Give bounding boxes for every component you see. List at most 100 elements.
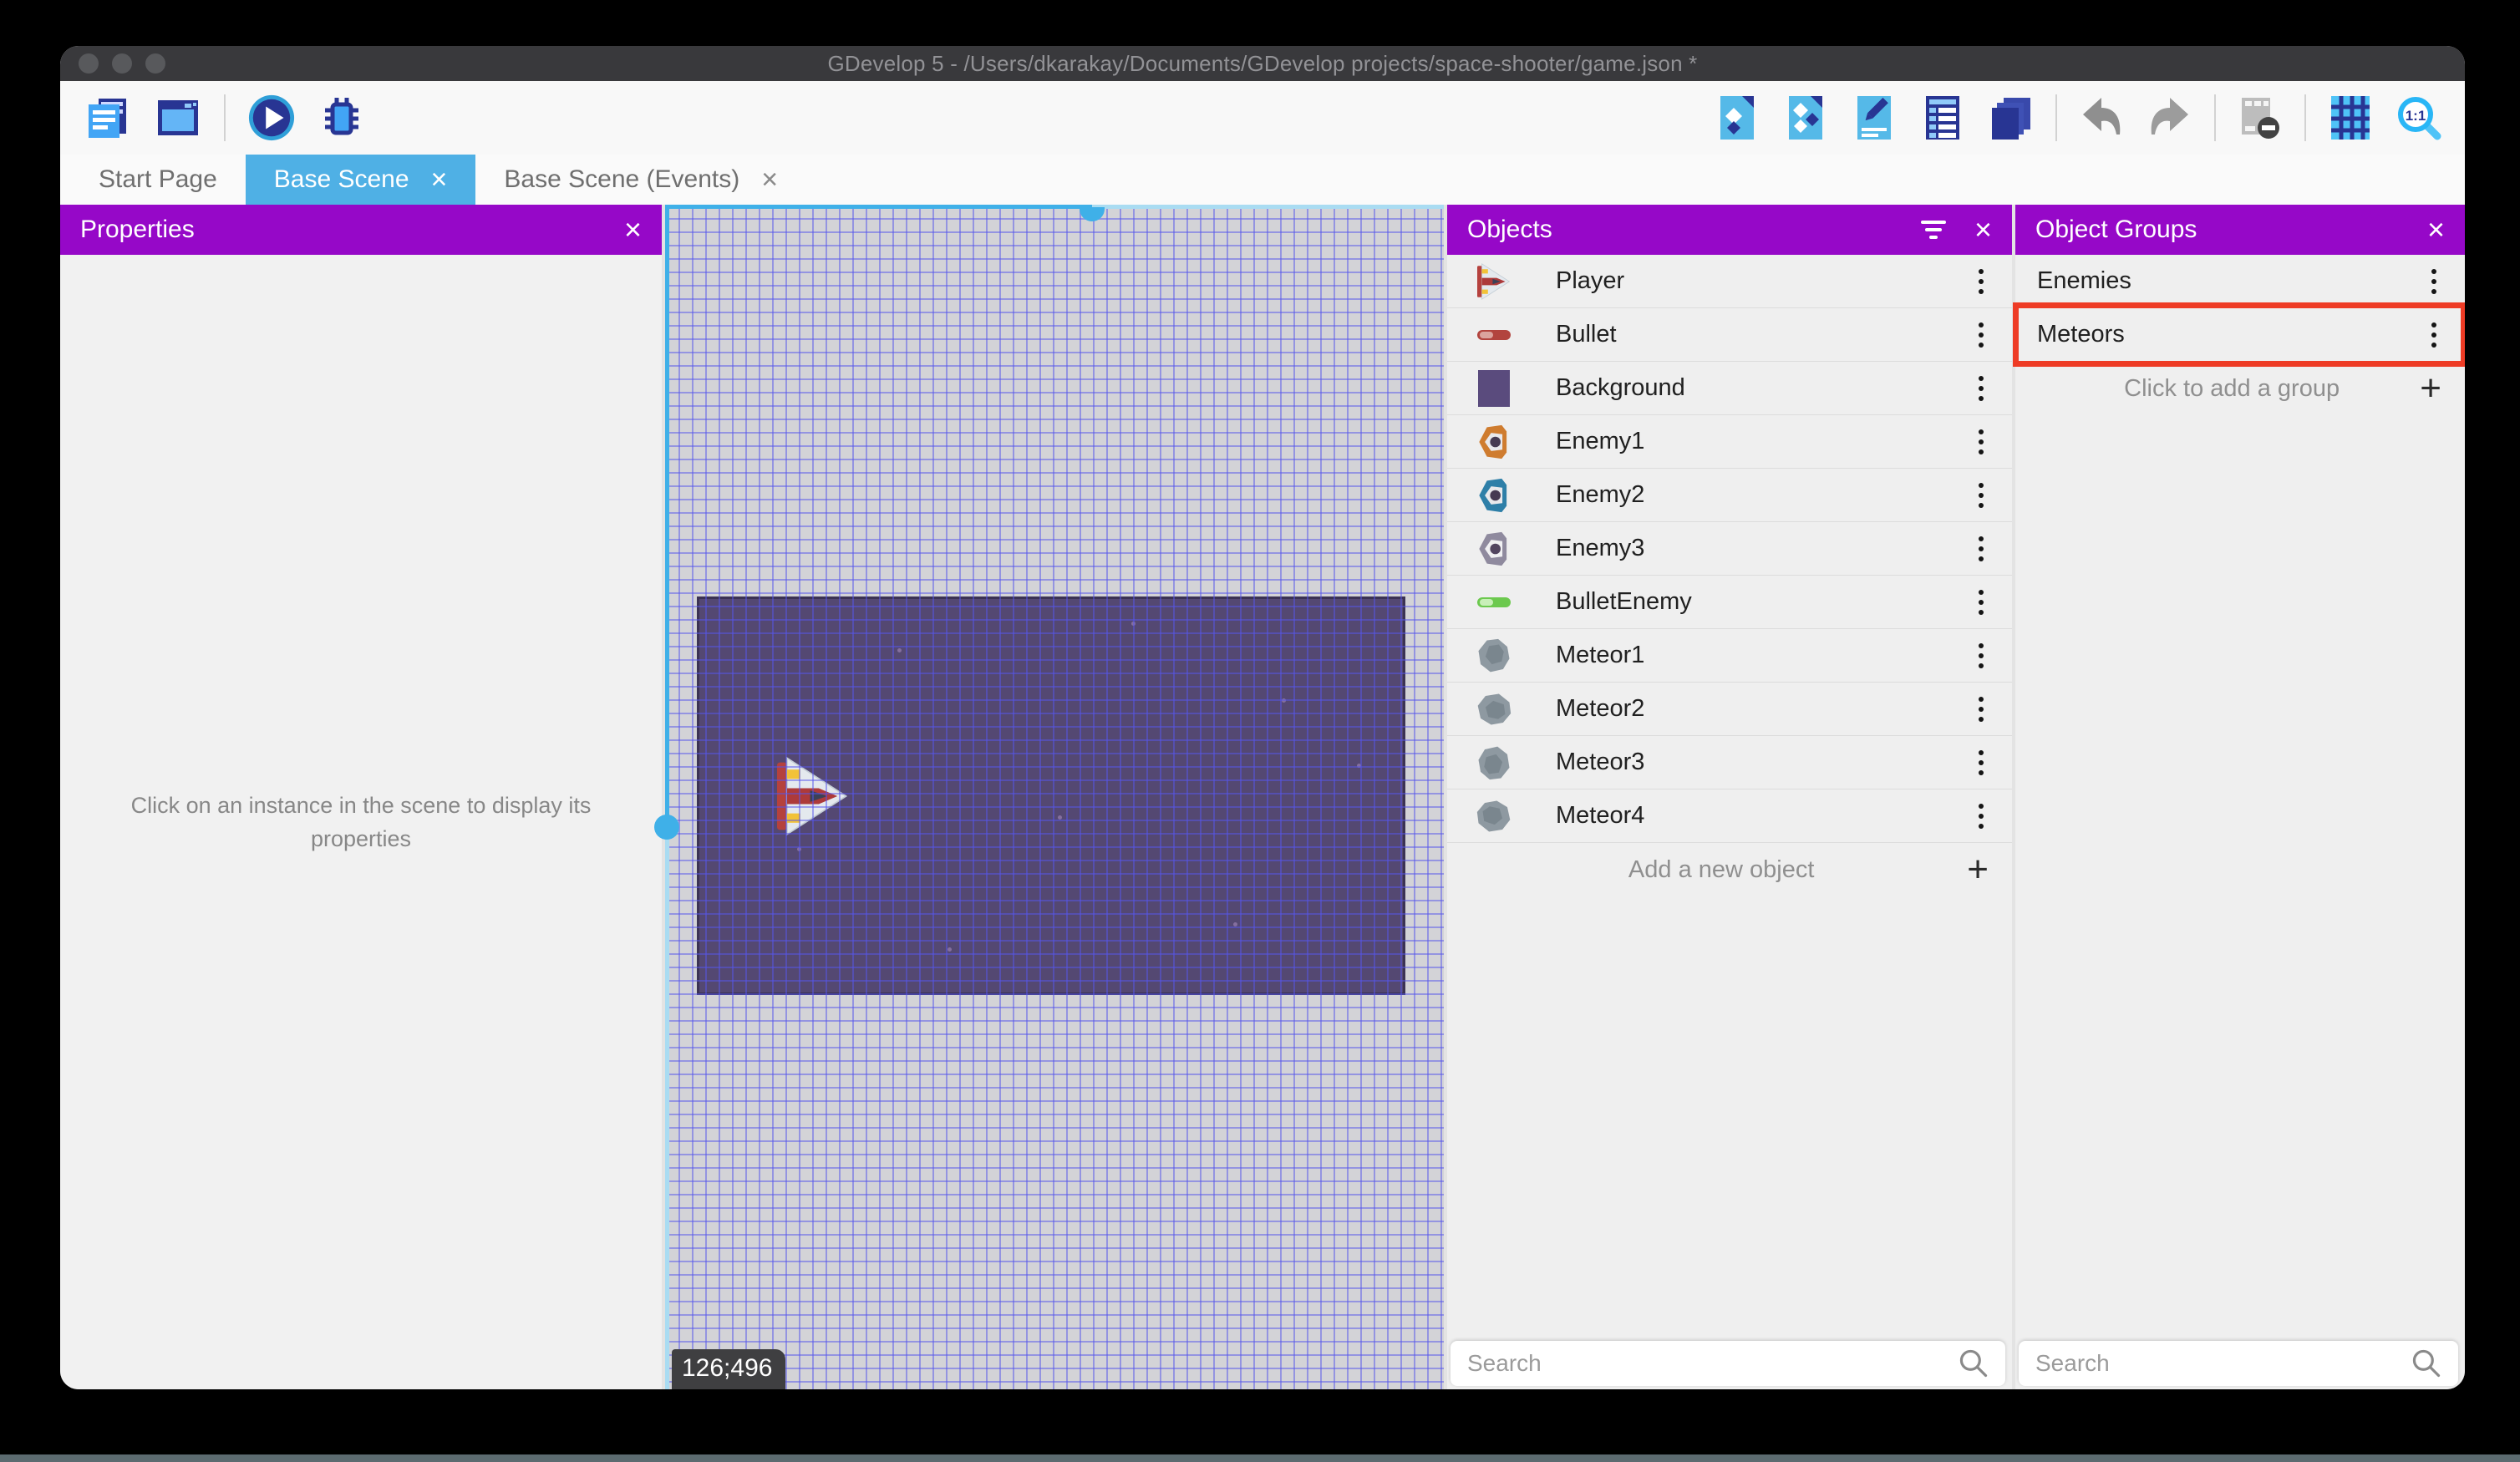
close-panel-icon[interactable]: × <box>1974 215 1992 245</box>
selection-handle-top[interactable] <box>1080 207 1105 221</box>
bulletenemy-object-icon <box>1476 584 1512 621</box>
objects-search-box[interactable] <box>1451 1341 2005 1386</box>
object-groups-panel-header: Object Groups × <box>2015 205 2465 255</box>
group-menu-button[interactable] <box>2426 264 2441 299</box>
svg-text:1:1: 1:1 <box>2406 108 2426 124</box>
objects-panel: Objects × Player Bullet Background Enemy… <box>1447 205 2012 1389</box>
add-object-button[interactable]: + <box>1967 851 1989 888</box>
open-instances-list-icon[interactable] <box>1918 94 1967 142</box>
scene-editor-icon[interactable] <box>154 94 202 142</box>
object-row-meteor3[interactable]: Meteor3 <box>1447 736 2012 789</box>
toolbar-separator <box>2214 94 2216 141</box>
tab-label: Base Scene (Events) <box>504 165 740 193</box>
search-icon <box>2412 1349 2441 1378</box>
close-tab-icon[interactable]: × <box>761 165 778 194</box>
add-group-button[interactable]: + <box>2420 370 2441 407</box>
star-dot <box>797 847 801 851</box>
properties-panel-header: Properties × <box>60 205 662 255</box>
tab-start-page[interactable]: Start Page <box>70 155 246 205</box>
objects-panel-title: Objects <box>1467 216 1552 243</box>
object-row-meteor2[interactable]: Meteor2 <box>1447 683 2012 736</box>
toolbar-separator <box>224 94 226 141</box>
object-row-enemy3[interactable]: Enemy3 <box>1447 522 2012 576</box>
edit-scene-properties-icon[interactable] <box>1850 94 1898 142</box>
objects-search-input[interactable] <box>1467 1350 1957 1377</box>
toggle-grid-icon[interactable] <box>2326 94 2375 142</box>
maximize-window-icon[interactable] <box>145 53 165 74</box>
open-layers-icon[interactable] <box>1987 94 2035 142</box>
debug-icon[interactable] <box>318 94 366 142</box>
object-menu-button[interactable] <box>1974 531 1989 566</box>
tab-label: Start Page <box>99 165 217 193</box>
zoom-1-1-icon[interactable]: 1:1 <box>2395 94 2443 142</box>
add-group-row[interactable]: Click to add a group + <box>2015 362 2465 415</box>
object-menu-button[interactable] <box>1974 799 1989 834</box>
tab-base-scene-events[interactable]: Base Scene (Events) × <box>475 155 806 205</box>
traffic-light-buttons[interactable] <box>79 53 165 74</box>
preview-play-icon[interactable] <box>247 94 296 142</box>
object-row-bulletenemy[interactable]: BulletEnemy <box>1447 576 2012 629</box>
background-object-icon <box>1476 369 1512 407</box>
close-panel-icon[interactable]: × <box>2427 215 2445 245</box>
selection-handle-left[interactable] <box>654 815 679 840</box>
enemy3-object-icon <box>1476 530 1512 567</box>
add-object-row[interactable]: Add a new object + <box>1447 843 2012 896</box>
tab-base-scene[interactable]: Base Scene × <box>245 155 476 205</box>
object-row-meteor4[interactable]: Meteor4 <box>1447 789 2012 843</box>
scene-canvas[interactable]: 126;496 <box>654 205 1444 1389</box>
star-dot <box>1131 622 1136 626</box>
bullet-object-icon <box>1476 317 1512 353</box>
undo-icon[interactable] <box>2077 94 2126 142</box>
object-groups-panel-title: Object Groups <box>2035 216 2197 243</box>
object-menu-button[interactable] <box>1974 692 1989 727</box>
toggle-mask-icon[interactable] <box>2236 94 2284 142</box>
object-row-meteor1[interactable]: Meteor1 <box>1447 629 2012 683</box>
selection-edge-left <box>665 205 669 827</box>
object-menu-button[interactable] <box>1974 638 1989 673</box>
close-panel-icon[interactable]: × <box>624 215 642 245</box>
filter-icon[interactable] <box>1920 221 1946 239</box>
redo-icon[interactable] <box>2146 94 2194 142</box>
object-row-bullet[interactable]: Bullet <box>1447 308 2012 362</box>
object-menu-button[interactable] <box>1974 371 1989 406</box>
edit-object-groups-icon[interactable] <box>1781 94 1830 142</box>
object-menu-button[interactable] <box>1974 478 1989 513</box>
properties-panel: Properties × Click on an instance in the… <box>60 205 662 1389</box>
desktop-background: GDevelop 5 - /Users/dkarakay/Documents/G… <box>0 0 2520 1462</box>
group-row-enemies[interactable]: Enemies <box>2015 255 2465 308</box>
object-menu-button[interactable] <box>1974 745 1989 780</box>
add-object-icon[interactable] <box>1713 94 1761 142</box>
groups-search-box[interactable] <box>2019 1341 2458 1386</box>
object-row-enemy2[interactable]: Enemy2 <box>1447 469 2012 522</box>
toolbar-separator <box>2055 94 2057 141</box>
star-dot <box>897 648 902 652</box>
star-dot <box>1357 764 1361 768</box>
groups-search-input[interactable] <box>2035 1350 2410 1377</box>
object-menu-button[interactable] <box>1974 585 1989 620</box>
star-dot <box>1282 698 1286 703</box>
title-bar: GDevelop 5 - /Users/dkarakay/Documents/G… <box>60 46 2465 81</box>
object-menu-button[interactable] <box>1974 264 1989 299</box>
groups-panel-empty-area <box>2015 415 2465 1389</box>
project-manager-icon[interactable] <box>84 94 132 142</box>
close-tab-icon[interactable]: × <box>431 165 448 194</box>
player-instance[interactable] <box>777 756 849 836</box>
meteor3-object-icon <box>1476 744 1512 781</box>
main-toolbar: 1:1 <box>60 81 2465 155</box>
search-icon <box>1959 1349 1988 1378</box>
meteor2-object-icon <box>1476 691 1512 728</box>
group-menu-button[interactable] <box>2426 317 2441 353</box>
close-window-icon[interactable] <box>79 53 99 74</box>
properties-panel-title: Properties <box>80 216 195 243</box>
group-row-meteors[interactable]: Meteors <box>2015 308 2465 362</box>
object-row-enemy1[interactable]: Enemy1 <box>1447 415 2012 469</box>
object-menu-button[interactable] <box>1974 317 1989 353</box>
meteor4-object-icon <box>1476 798 1512 835</box>
minimize-window-icon[interactable] <box>112 53 132 74</box>
object-row-player[interactable]: Player <box>1447 255 2012 308</box>
object-menu-button[interactable] <box>1974 424 1989 459</box>
gdevelop-window: GDevelop 5 - /Users/dkarakay/Documents/G… <box>60 46 2465 1389</box>
properties-empty-message: Click on an instance in the scene to dis… <box>130 792 592 852</box>
object-row-background[interactable]: Background <box>1447 362 2012 415</box>
tab-label: Base Scene <box>273 165 409 193</box>
